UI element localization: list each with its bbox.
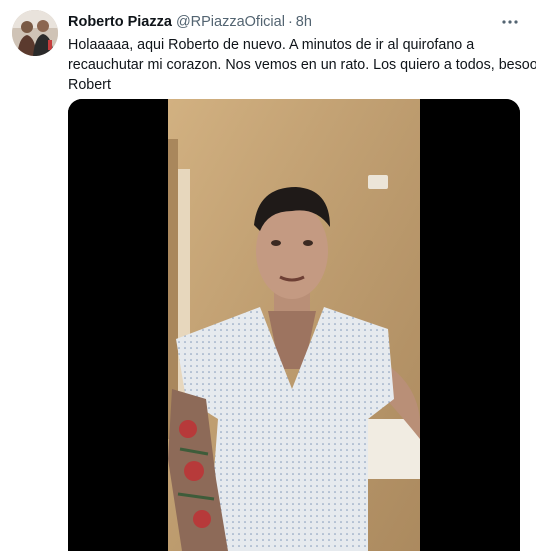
more-options-button[interactable]: [498, 10, 522, 34]
tweet-video[interactable]: [68, 99, 520, 551]
tweet-timestamp[interactable]: 8h: [296, 14, 312, 30]
avatar-photo-icon: [12, 10, 58, 56]
separator-dot: ·: [287, 14, 293, 30]
tweet-header: Roberto Piazza @RPiazzaOficial · 8h: [68, 12, 312, 32]
tweet-text-line: recauchutar mi corazon. Nos vemos en un …: [68, 57, 536, 73]
tweet-text: Holaaaaa, aqui Roberto de nuevo. A minut…: [68, 35, 536, 95]
tweet-text-line: Robert: [68, 77, 111, 93]
author-display-name[interactable]: Roberto Piazza: [68, 14, 172, 30]
more-horizontal-icon: [502, 20, 518, 24]
video-thumbnail-icon: [68, 99, 520, 551]
tweet[interactable]: Roberto Piazza @RPiazzaOficial · 8h Hola…: [0, 0, 536, 551]
author-handle[interactable]: @RPiazzaOficial: [176, 14, 285, 30]
author-avatar[interactable]: [12, 10, 58, 56]
tweet-text-line: Holaaaaa, aqui Roberto de nuevo. A minut…: [68, 37, 475, 53]
